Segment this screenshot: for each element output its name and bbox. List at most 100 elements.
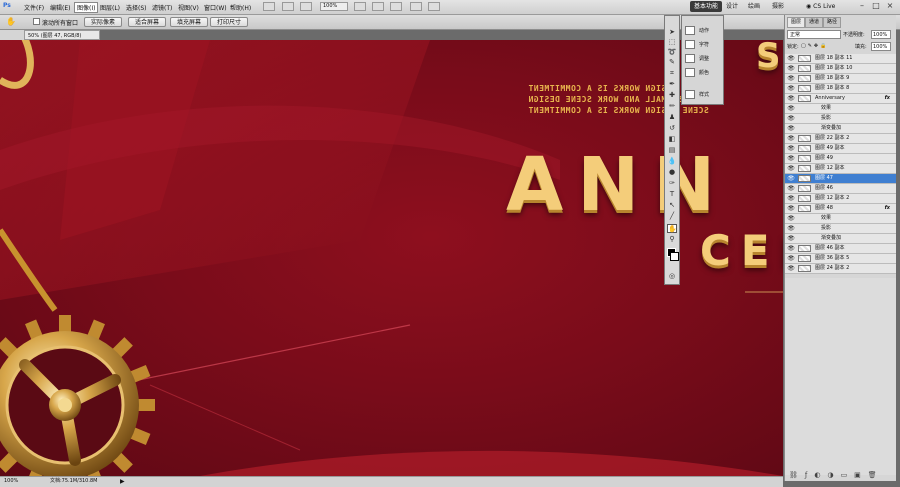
rotate-view-icon[interactable]: [390, 2, 402, 11]
fit-screen-button[interactable]: 适合屏幕: [128, 17, 167, 27]
character-panel-button[interactable]: 字符: [685, 40, 709, 51]
menu-image[interactable]: 图像(I): [74, 2, 99, 13]
tab-channels[interactable]: 通道: [805, 17, 824, 28]
layer-effect-row[interactable]: 👁 效果: [785, 104, 896, 114]
workspace-essentials[interactable]: 基本功能: [690, 1, 723, 12]
view-extras-icon[interactable]: [300, 2, 312, 11]
layer-row[interactable]: 👁 图层 46: [785, 184, 896, 194]
visibility-eye-icon[interactable]: 👁: [787, 75, 795, 82]
crop-tool-icon[interactable]: ⌗: [667, 69, 677, 78]
visibility-eye-icon[interactable]: 👁: [787, 175, 795, 182]
background-color-swatch[interactable]: [670, 252, 679, 261]
visibility-eye-icon[interactable]: 👁: [787, 205, 795, 212]
visibility-eye-icon[interactable]: 👁: [787, 55, 795, 62]
eyedropper-icon[interactable]: ✒: [667, 80, 677, 89]
layer-row[interactable]: 👁 图层 36 副本 5: [785, 254, 896, 264]
eraser-tool-icon[interactable]: ◧: [667, 135, 677, 144]
layer-row[interactable]: 👁 图层 49: [785, 154, 896, 164]
layer-fx-icon[interactable]: fx: [885, 94, 890, 103]
layer-effect-row[interactable]: 👁 效果: [785, 214, 896, 224]
layer-row[interactable]: 👁 图层 12 副本 2: [785, 194, 896, 204]
layer-effect-row[interactable]: 👁 投影: [785, 114, 896, 124]
visibility-eye-icon[interactable]: 👁: [787, 195, 795, 202]
actions-panel-button[interactable]: 动作: [685, 26, 709, 37]
layer-row[interactable]: 👁 图层 49 副本: [785, 144, 896, 154]
workspace-photography[interactable]: 摄影: [768, 1, 788, 12]
quick-mask-icon[interactable]: ◎: [667, 272, 677, 281]
color-panel-button[interactable]: 颜色: [685, 68, 709, 79]
minimize-button[interactable]: –: [856, 2, 868, 11]
menu-file[interactable]: 文件(F): [24, 3, 44, 12]
spot-heal-icon[interactable]: ✚: [667, 91, 677, 100]
shape-tool-icon[interactable]: ╱: [667, 212, 677, 221]
layer-row[interactable]: 👁 图层 12 副本: [785, 164, 896, 174]
opacity-input[interactable]: 100%: [871, 30, 891, 39]
quick-select-icon[interactable]: ✎: [667, 58, 677, 67]
blur-tool-icon[interactable]: 💧: [667, 157, 677, 166]
layer-row[interactable]: 👁 图层 48 fx: [785, 204, 896, 214]
layer-row[interactable]: 👁 图层 18 副本 8: [785, 84, 896, 94]
visibility-eye-icon[interactable]: 👁: [787, 255, 795, 262]
print-size-button[interactable]: 打印尺寸: [210, 17, 249, 27]
workspace-design[interactable]: 设计: [722, 1, 742, 12]
visibility-eye-icon[interactable]: 👁: [787, 115, 795, 122]
tab-paths[interactable]: 路径: [823, 17, 842, 28]
menu-window[interactable]: 窗口(W): [204, 3, 227, 12]
fill-screen-button[interactable]: 填充屏幕: [170, 17, 209, 27]
type-tool-icon[interactable]: T: [667, 190, 677, 199]
screen-mode-icon[interactable]: [428, 2, 440, 11]
visibility-eye-icon[interactable]: 👁: [787, 235, 795, 242]
visibility-eye-icon[interactable]: 👁: [787, 245, 795, 252]
lasso-tool-icon[interactable]: ➰: [667, 48, 677, 57]
fill-input[interactable]: 100%: [871, 42, 891, 51]
visibility-eye-icon[interactable]: 👁: [787, 85, 795, 92]
visibility-eye-icon[interactable]: 👁: [787, 95, 795, 102]
actual-pixels-button[interactable]: 实际像素: [84, 17, 123, 27]
layer-effect-row[interactable]: 👁 投影: [785, 224, 896, 234]
layer-panel-footer-icons[interactable]: ⛓ƒ◐◑▭▣🗑: [789, 471, 884, 479]
zoom-tool-icon[interactable]: [372, 2, 384, 11]
lock-icons[interactable]: ▢✎✥🔒: [801, 43, 828, 49]
hand-tool-icon[interactable]: ✋: [6, 17, 16, 26]
pen-tool-icon[interactable]: ✑: [667, 179, 677, 188]
visibility-eye-icon[interactable]: 👁: [787, 265, 795, 272]
layer-row[interactable]: 👁 图层 24 副本 2: [785, 264, 896, 274]
visibility-eye-icon[interactable]: 👁: [787, 145, 795, 152]
brush-tool-icon[interactable]: ✏: [667, 102, 677, 111]
visibility-eye-icon[interactable]: 👁: [787, 135, 795, 142]
layer-row[interactable]: 👁 Anniversary fx: [785, 94, 896, 104]
menu-edit[interactable]: 编辑(E): [50, 3, 70, 12]
mini-bridge-icon[interactable]: [282, 2, 294, 11]
menu-layer[interactable]: 图层(L): [100, 3, 120, 12]
blend-mode-select[interactable]: 正常: [787, 30, 841, 39]
menu-view[interactable]: 视图(V): [178, 3, 199, 12]
zoom-tool-icon[interactable]: ⚲: [667, 235, 677, 244]
layer-effect-row[interactable]: 👁 渐变叠加: [785, 234, 896, 244]
hand-tool-icon[interactable]: [354, 2, 366, 11]
document-tab[interactable]: 50% (图层 47, RGB/8): [24, 30, 100, 40]
visibility-eye-icon[interactable]: 👁: [787, 125, 795, 132]
status-zoom[interactable]: 100%: [4, 477, 18, 486]
layer-effect-row[interactable]: 👁 渐变叠加: [785, 124, 896, 134]
layer-row[interactable]: 👁 图层 18 副本 9: [785, 74, 896, 84]
visibility-eye-icon[interactable]: 👁: [787, 215, 795, 222]
restore-button[interactable]: □: [870, 2, 882, 11]
history-brush-icon[interactable]: ↺: [667, 124, 677, 133]
close-button[interactable]: ×: [884, 2, 896, 11]
hand-tool-icon[interactable]: ✋: [667, 224, 677, 233]
move-tool-icon[interactable]: ➤: [667, 28, 677, 37]
visibility-eye-icon[interactable]: 👁: [787, 185, 795, 192]
path-select-icon[interactable]: ↖: [667, 201, 677, 210]
visibility-eye-icon[interactable]: 👁: [787, 65, 795, 72]
layer-row[interactable]: 👁 图层 47: [785, 174, 896, 184]
adjustments-panel-button[interactable]: 调整: [685, 54, 709, 65]
layer-row[interactable]: 👁 图层 18 副本 11: [785, 54, 896, 64]
visibility-eye-icon[interactable]: 👁: [787, 155, 795, 162]
bridge-icon[interactable]: [263, 2, 275, 11]
cs-live-button[interactable]: ◉ CS Live: [806, 3, 835, 10]
tab-layers[interactable]: 图层: [787, 17, 806, 28]
marquee-tool-icon[interactable]: ⬚: [667, 38, 677, 47]
scroll-all-windows-checkbox[interactable]: [33, 18, 40, 25]
visibility-eye-icon[interactable]: 👁: [787, 105, 795, 112]
status-arrow-icon[interactable]: ▶: [120, 477, 125, 486]
